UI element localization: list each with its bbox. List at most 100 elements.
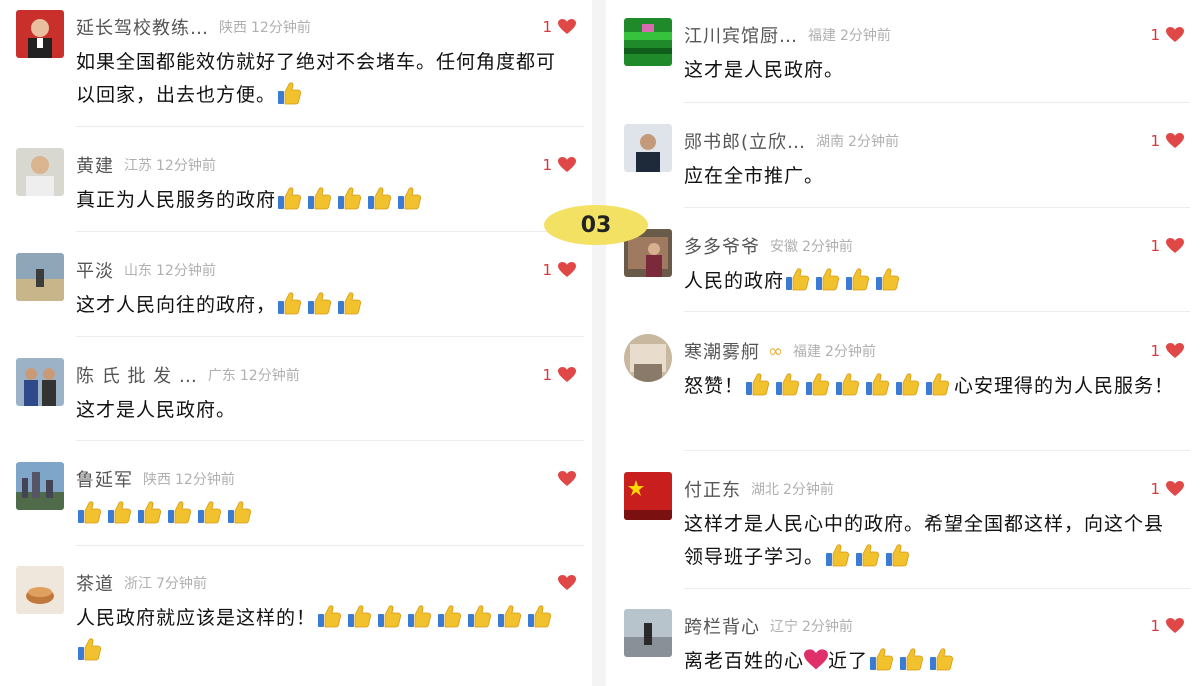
thumbs-up-icon	[436, 603, 462, 629]
user-name[interactable]: 延长驾校教练…	[76, 14, 209, 40]
divider	[684, 450, 1190, 451]
thumbs-up-icon	[166, 499, 192, 525]
thumbs-up-icon	[226, 499, 252, 525]
avatar[interactable]	[16, 148, 64, 196]
comment-meta: 付正东 湖北 2分钟前	[684, 476, 834, 502]
user-name[interactable]: 寒潮雾舸	[684, 338, 760, 364]
region-label: 福建	[808, 28, 836, 44]
heart-icon	[558, 575, 576, 590]
like-count: 1	[1150, 480, 1160, 498]
like-count: 1	[542, 18, 552, 36]
thumbs-up-icon	[784, 266, 810, 292]
thumbs-up-icon	[306, 290, 332, 316]
thumbs-up-icon	[774, 371, 800, 397]
like-button[interactable]: 1	[542, 14, 576, 40]
user-name[interactable]: 陈 氏 批 发 …	[76, 362, 198, 388]
user-name[interactable]: 跨栏背心	[684, 613, 760, 639]
comment-meta: 多多爷爷 安徽 2分钟前	[684, 233, 853, 259]
like-button[interactable]	[552, 570, 576, 596]
heart-icon	[1166, 133, 1184, 148]
avatar[interactable]	[624, 18, 672, 66]
thumbs-up-icon	[924, 371, 950, 397]
avatar[interactable]	[624, 472, 672, 520]
comment-text: 离老百姓的心 近了	[684, 645, 1180, 678]
like-count: 1	[542, 366, 552, 384]
like-button[interactable]: 1	[1150, 613, 1184, 639]
like-button[interactable]: 1	[1150, 338, 1184, 364]
user-name[interactable]: 茶道	[76, 570, 114, 596]
region-label: 山东	[124, 263, 152, 279]
like-count: 1	[1150, 132, 1160, 150]
heart-icon	[1166, 238, 1184, 253]
divider	[684, 207, 1190, 208]
like-button[interactable]	[552, 466, 576, 492]
avatar[interactable]	[16, 358, 64, 406]
avatar[interactable]	[16, 10, 64, 58]
thumbs-up-icon	[406, 603, 432, 629]
comment-meta: 鲁延军 陕西 12分钟前	[76, 466, 235, 492]
comment-body: 如果全国都能效仿就好了绝对不会堵车。任何角度都可以回家，出去也方便。	[76, 51, 557, 106]
like-button[interactable]: 1	[1150, 22, 1184, 48]
thumbs-up-icon	[466, 603, 492, 629]
region-label: 辽宁	[770, 619, 798, 635]
heart-icon	[1166, 27, 1184, 42]
divider	[684, 311, 1190, 312]
region-label: 湖北	[751, 482, 779, 498]
thumbs-up-icon	[496, 603, 522, 629]
user-name[interactable]: 多多爷爷	[684, 233, 760, 259]
region-label: 福建	[793, 344, 821, 360]
heart-icon	[558, 157, 576, 172]
comment-text: 人民的政府	[684, 265, 1180, 298]
timestamp: 2分钟前	[802, 619, 853, 635]
thumbs-up-icon	[824, 542, 850, 568]
thumbs-up-icon	[336, 290, 362, 316]
user-name[interactable]: 平淡	[76, 257, 114, 283]
thumbs-up-icon	[196, 499, 222, 525]
like-count: 1	[542, 261, 552, 279]
avatar[interactable]	[16, 566, 64, 614]
thumbs-up-icon	[854, 542, 880, 568]
comment-body: 应在全市推广。	[684, 165, 825, 187]
region-label: 浙江	[124, 576, 152, 592]
comment-text	[76, 498, 572, 531]
divider	[76, 545, 584, 546]
comment-text: 真正为人民服务的政府	[76, 184, 572, 217]
user-name[interactable]: 黄建	[76, 152, 114, 178]
comment-text: 人民政府就应该是这样的！	[76, 602, 572, 668]
comment-text: 如果全国都能效仿就好了绝对不会堵车。任何角度都可以回家，出去也方便。	[76, 46, 572, 112]
user-name[interactable]: 江川宾馆厨…	[684, 22, 798, 48]
thumbs-up-icon	[346, 603, 372, 629]
comment-text: 这才是人民政府。	[76, 394, 572, 427]
comment-meta: 寒潮雾舸 ∞ 福建 2分钟前	[684, 338, 876, 364]
heart-icon	[1166, 618, 1184, 633]
avatar[interactable]	[16, 253, 64, 301]
heart-icon	[558, 471, 576, 486]
like-button[interactable]: 1	[542, 152, 576, 178]
avatar[interactable]	[624, 609, 672, 657]
like-count: 1	[1150, 342, 1160, 360]
timestamp: 12分钟前	[175, 472, 235, 488]
like-count: 1	[542, 156, 552, 174]
user-name[interactable]: 付正东	[684, 476, 741, 502]
thumbs-up-icon	[898, 646, 924, 672]
comment-meta: 延长驾校教练… 陕西 12分钟前	[76, 14, 311, 40]
comment-text: 这才人民向往的政府，	[76, 289, 572, 322]
avatar[interactable]	[624, 124, 672, 172]
like-button[interactable]: 1	[1150, 476, 1184, 502]
thumbs-up-icon	[844, 266, 870, 292]
thumbs-up-icon	[106, 499, 132, 525]
user-name[interactable]: 鲁延军	[76, 466, 133, 492]
user-name[interactable]: 郧书郎(立欣…	[684, 128, 806, 154]
like-button[interactable]: 1	[542, 362, 576, 388]
vip-badge-icon: ∞	[768, 340, 783, 362]
avatar[interactable]	[624, 334, 672, 382]
thumbs-up-icon	[814, 266, 840, 292]
like-button[interactable]: 1	[1150, 233, 1184, 259]
region-label: 江苏	[124, 158, 152, 174]
comment-meta: 平淡 山东 12分钟前	[76, 257, 216, 283]
timestamp: 12分钟前	[239, 368, 300, 384]
like-button[interactable]: 1	[542, 257, 576, 283]
thumbs-up-icon	[136, 499, 162, 525]
avatar[interactable]	[16, 462, 64, 510]
like-button[interactable]: 1	[1150, 128, 1184, 154]
